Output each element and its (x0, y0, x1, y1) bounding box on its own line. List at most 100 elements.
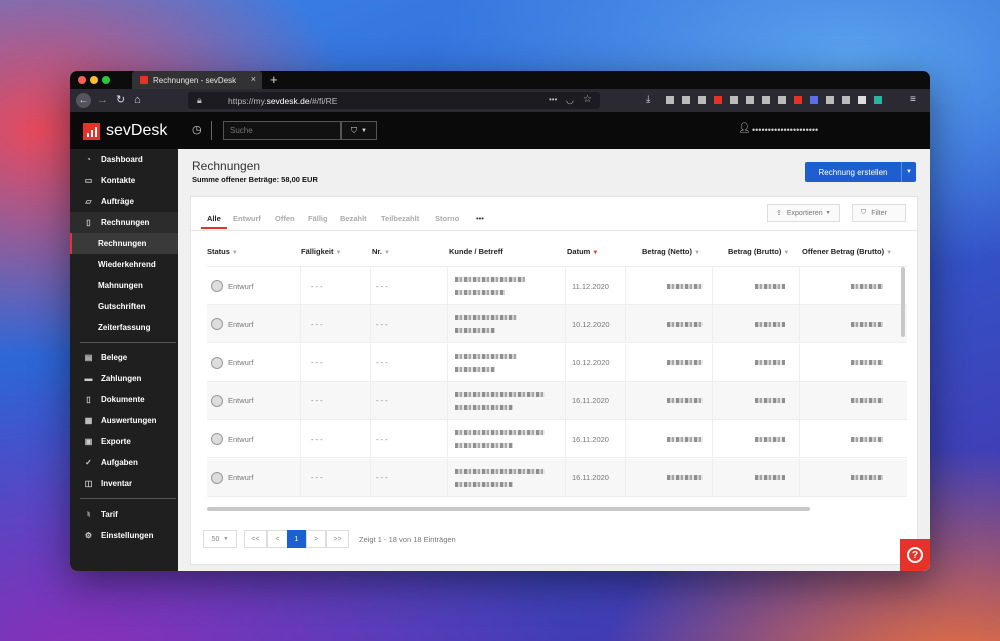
page-size-select[interactable]: 50 ▼ (203, 530, 237, 548)
blurred-amount (667, 321, 703, 327)
bookmark-star-icon[interactable]: ☆ (583, 93, 592, 107)
forward-arrow-icon[interactable]: → (97, 93, 108, 107)
page-1-button[interactable]: 1 (287, 530, 306, 548)
prev-page-button[interactable]: < (267, 530, 288, 548)
extension-icon[interactable] (698, 96, 706, 104)
create-invoice-button[interactable]: Rechnung erstellen ▼ (805, 162, 916, 182)
minimize-window-button[interactable] (90, 76, 98, 84)
cell-divider (447, 381, 448, 420)
column-header-datum[interactable]: Datum ▼ (567, 247, 598, 256)
customer-cell[interactable] (455, 459, 545, 497)
extension-icon[interactable] (842, 96, 850, 104)
table-row[interactable]: Entwurf - - - - - - 16.11.2020 (207, 420, 907, 459)
chevron-down-icon[interactable]: ▼ (901, 162, 916, 182)
customer-cell[interactable] (455, 267, 525, 305)
customer-cell[interactable] (455, 420, 545, 458)
tab-storno[interactable]: Storno (435, 214, 459, 223)
sidebar-item-zahlungen[interactable]: ▬ Zahlungen (70, 368, 178, 389)
tab-offen[interactable]: Offen (275, 214, 295, 223)
sidebar-subitem-mahnungen[interactable]: Mahnungen (70, 275, 178, 296)
last-page-button[interactable]: >> (326, 530, 349, 548)
maximize-window-button[interactable] (102, 76, 110, 84)
table-row[interactable]: Entwurf - - - - - - 16.11.2020 (207, 458, 907, 497)
extension-icon[interactable] (746, 96, 754, 104)
export-button[interactable]: ⇪ Exportieren ▼ (767, 204, 840, 222)
close-window-button[interactable] (78, 76, 86, 84)
sidebar-item-aufgaben[interactable]: ✓ Aufgaben (70, 452, 178, 473)
vertical-scrollbar[interactable] (901, 267, 905, 337)
extension-icon[interactable] (666, 96, 674, 104)
customer-cell[interactable] (455, 305, 517, 343)
sidebar-item-einstellungen[interactable]: ⚙ Einstellungen (70, 525, 178, 546)
sidebar-item-inventar[interactable]: ◫ Inventar (70, 473, 178, 494)
reports-icon: ▦ (84, 416, 93, 425)
extension-icon[interactable] (714, 96, 722, 104)
sidebar-item-auftraege[interactable]: ▱ Aufträge (70, 191, 178, 212)
sidebar-subitem-rechnungen[interactable]: Rechnungen (70, 233, 178, 254)
customer-cell[interactable] (455, 382, 545, 420)
app-header: sevDesk ◷ ⛉▼ 👤︎ ••••••••••••••••••••• (70, 112, 930, 149)
sidebar-item-belege[interactable]: ▤ Belege (70, 347, 178, 368)
table-row[interactable]: Entwurf - - - - - - 10.12.2020 (207, 305, 907, 344)
browser-tab[interactable]: Rechnungen - sevDesk × (132, 71, 262, 89)
sidebar-item-exporte[interactable]: ▣ Exporte (70, 431, 178, 452)
home-icon[interactable]: ⌂ (134, 93, 141, 107)
tab-teilbezahlt[interactable]: Teilbezahlt (381, 214, 419, 223)
table-row[interactable]: Entwurf - - - - - - 11.12.2020 (207, 267, 907, 305)
user-name[interactable]: ••••••••••••••••••••• (752, 125, 818, 135)
tab-entwurf[interactable]: Entwurf (233, 214, 261, 223)
column-header-betrag-netto[interactable]: Betrag (Netto) ▼ (642, 247, 700, 256)
sidebar-item-rechnungen[interactable]: ▯ Rechnungen (70, 212, 178, 233)
extension-icon[interactable] (810, 96, 818, 104)
tab-bezahlt[interactable]: Bezahlt (340, 214, 367, 223)
column-header-status[interactable]: Status ▼ (207, 247, 238, 256)
extension-icon[interactable] (682, 96, 690, 104)
pocket-icon[interactable]: ◡ (566, 93, 574, 107)
column-header-offener-betrag[interactable]: Offener Betrag (Brutto) ▼ (802, 247, 892, 256)
search-input[interactable] (223, 121, 341, 140)
tab-alle[interactable]: Alle (201, 214, 227, 229)
extension-icon[interactable] (826, 96, 834, 104)
new-tab-button[interactable]: + (270, 72, 278, 87)
first-page-button[interactable]: << (244, 530, 267, 548)
extension-icon[interactable] (778, 96, 786, 104)
sidebar-subitem-wiederkehrend[interactable]: Wiederkehrend (70, 254, 178, 275)
search-filter-button[interactable]: ⛉ ▼ (341, 121, 377, 140)
sidebar-item-kontakte[interactable]: ▭ Kontakte (70, 170, 178, 191)
page-actions-icon[interactable]: ••• (549, 93, 557, 107)
extension-icon[interactable] (858, 96, 866, 104)
sidebar-subitem-label: Mahnungen (98, 281, 143, 290)
column-header-betrag-brutto[interactable]: Betrag (Brutto) ▼ (728, 247, 789, 256)
reload-icon[interactable]: ↻ (116, 93, 125, 107)
column-header-nr[interactable]: Nr. ▼ (372, 247, 390, 256)
sidebar-subitem-gutschriften[interactable]: Gutschriften (70, 296, 178, 317)
tab-faellig[interactable]: Fällig (308, 214, 328, 223)
net-amount-cell (667, 305, 703, 343)
history-clock-icon[interactable]: ◷ (192, 123, 202, 136)
extension-icon[interactable] (874, 96, 882, 104)
sidebar-item-auswertungen[interactable]: ▦ Auswertungen (70, 410, 178, 431)
sidebar-item-dokumente[interactable]: ▯ Dokumente (70, 389, 178, 410)
column-header-kunde-betreff[interactable]: Kunde / Betreff (449, 247, 503, 256)
horizontal-scrollbar[interactable] (207, 507, 810, 511)
menu-hamburger-icon[interactable]: ≡ (910, 93, 916, 107)
sidebar-item-tarif[interactable]: ♮ Tarif (70, 504, 178, 525)
close-tab-icon[interactable]: × (251, 74, 256, 84)
more-tabs-icon[interactable]: ••• (476, 214, 484, 223)
table-row[interactable]: Entwurf - - - - - - 16.11.2020 (207, 381, 907, 420)
back-arrow-icon[interactable]: ← (76, 93, 91, 108)
customer-cell[interactable] (455, 344, 517, 382)
sidebar-item-dashboard[interactable]: ◔ Dashboard (70, 149, 178, 170)
next-page-button[interactable]: > (306, 530, 326, 548)
extension-icon[interactable] (730, 96, 738, 104)
help-button[interactable]: ? (900, 539, 930, 571)
extension-icon[interactable] (762, 96, 770, 104)
sevdesk-logo[interactable]: sevDesk (83, 122, 167, 140)
table-row[interactable]: Entwurf - - - - - - 10.12.2020 (207, 343, 907, 382)
column-header-faelligkeit[interactable]: Fälligkeit ▼ (301, 247, 341, 256)
sidebar-subitem-zeiterfassung[interactable]: Zeiterfassung (70, 317, 178, 338)
filter-button[interactable]: ⛉ Filter (852, 204, 906, 222)
download-icon[interactable]: ⤓ (646, 93, 650, 107)
extension-icon[interactable] (794, 96, 802, 104)
address-bar[interactable]: https://my. sevdesk.de/#/fi/RE (188, 92, 600, 109)
